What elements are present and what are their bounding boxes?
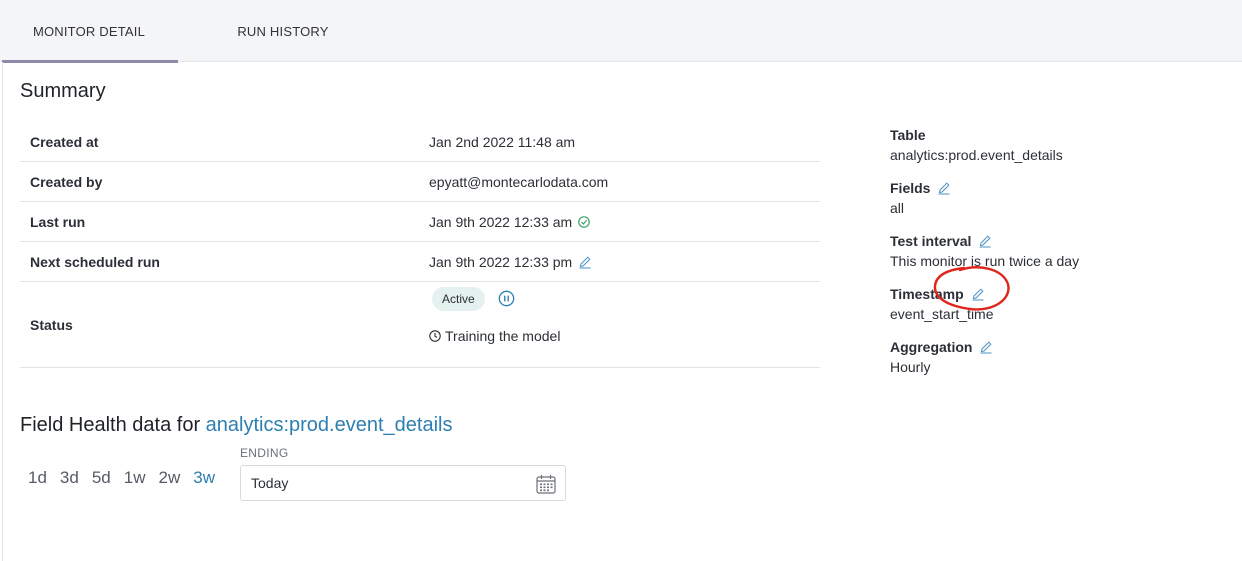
table-value: analytics:prod.event_details (890, 147, 1063, 163)
aggregation-label: Aggregation (890, 339, 973, 355)
range-3d[interactable]: 3d (60, 468, 79, 488)
row-created-by: Created by epyatt@montecarlodata.com (20, 162, 820, 202)
ending-date-input[interactable]: Today (240, 465, 566, 501)
tab-run-history[interactable]: RUN HISTORY (188, 0, 378, 62)
config-aggregation: Aggregation Hourly (890, 338, 1230, 379)
created-at-text: Jan 2nd 2022 11:48 am (429, 133, 576, 150)
config-fields: Fields all (890, 179, 1230, 220)
edit-test-interval-pencil-icon[interactable] (978, 234, 992, 248)
clock-icon (429, 330, 441, 342)
field-health-prefix: Field Health data for (20, 414, 206, 436)
summary-table: Created at Jan 2nd 2022 11:48 am Created… (20, 122, 820, 368)
aggregation-value: Hourly (890, 359, 931, 375)
created-by-value: epyatt@montecarlodata.com (429, 174, 608, 190)
table-label: Table (890, 127, 926, 143)
test-interval-label: Test interval (890, 233, 972, 249)
range-3w[interactable]: 3w (193, 468, 215, 488)
config-table: Table analytics:prod.event_details (890, 126, 1230, 167)
content-left-border (2, 62, 3, 561)
row-status: Status Active Training the model (20, 282, 820, 368)
check-circle-icon (578, 215, 591, 228)
range-1w[interactable]: 1w (124, 468, 146, 488)
last-run-text: Jan 9th 2022 12:33 am (429, 213, 573, 230)
pause-circle-icon[interactable] (498, 290, 515, 307)
training-text: Training the model (445, 328, 561, 344)
row-next-scheduled-run: Next scheduled run Jan 9th 2022 12:33 pm (20, 242, 820, 282)
next-run-value: Jan 9th 2022 12:33 pm (429, 254, 592, 270)
ending-date-value: Today (251, 475, 289, 491)
next-run-text: Jan 9th 2022 12:33 pm (429, 253, 573, 270)
field-health-heading: Field Health data for analytics:prod.eve… (20, 414, 452, 437)
fields-label: Fields (890, 180, 931, 196)
row-created-at: Created at Jan 2nd 2022 11:48 am (20, 122, 820, 162)
status-value: Active Training the model (429, 282, 812, 368)
monitor-config-panel: Table analytics:prod.event_details Field… (890, 126, 1230, 391)
fields-value: all (890, 200, 905, 216)
row-last-run: Last run Jan 9th 2022 12:33 am (20, 202, 820, 242)
calendar-icon[interactable] (535, 473, 557, 495)
created-at-label: Created at (30, 133, 99, 150)
range-1d[interactable]: 1d (28, 468, 47, 488)
training-status: Training the model (429, 328, 560, 344)
time-range-selector: 1d 3d 5d 1w 2w 3w (28, 468, 228, 488)
tab-monitor-detail[interactable]: MONITOR DETAIL (0, 0, 178, 63)
edit-aggregation-pencil-icon[interactable] (979, 340, 993, 354)
created-by-text: epyatt@montecarlodata.com (429, 173, 609, 190)
created-at-value: Jan 2nd 2022 11:48 am (429, 134, 575, 150)
range-5d[interactable]: 5d (92, 468, 111, 488)
status-label: Status (30, 316, 73, 333)
range-2w[interactable]: 2w (159, 468, 181, 488)
next-run-label: Next scheduled run (30, 253, 160, 270)
status-badge: Active (432, 287, 485, 311)
pencil-icon[interactable] (578, 255, 592, 269)
summary-heading: Summary (20, 80, 106, 102)
last-run-value: Jan 9th 2022 12:33 am (429, 213, 591, 230)
last-run-label: Last run (30, 213, 86, 230)
field-health-table-link[interactable]: analytics:prod.event_details (206, 414, 453, 436)
created-by-label: Created by (30, 173, 103, 190)
edit-fields-pencil-icon[interactable] (937, 181, 951, 195)
tab-bar: MONITOR DETAIL RUN HISTORY (0, 0, 1242, 63)
ending-label: ENDING (240, 446, 289, 460)
red-circle-annotation (933, 266, 1010, 311)
